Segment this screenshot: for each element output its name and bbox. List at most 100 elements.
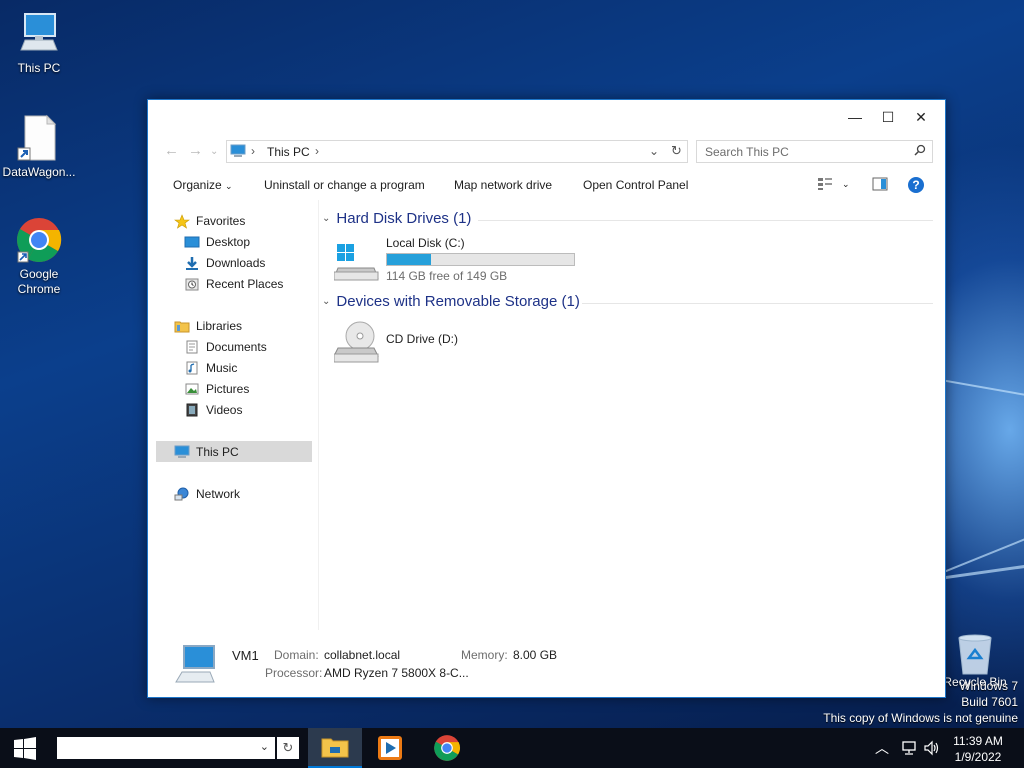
taskbar-search-input[interactable]: ⌄ bbox=[57, 737, 275, 759]
address-bar[interactable]: › This PC › ⌄ ↻ bbox=[226, 140, 688, 163]
desktop-icon-datawagon[interactable]: DataWagon... bbox=[0, 114, 78, 180]
file-shortcut-icon bbox=[15, 114, 63, 162]
watermark-line: This copy of Windows is not genuine bbox=[823, 711, 1018, 725]
desktop-icon-label: DataWagon... bbox=[2, 165, 76, 179]
nav-label: Pictures bbox=[206, 381, 250, 396]
taskbar-search-refresh-icon[interactable]: ↻ bbox=[277, 737, 299, 759]
processor-value: AMD Ryzen 7 5800X 8-C... bbox=[324, 666, 469, 680]
nav-desktop[interactable]: Desktop bbox=[184, 231, 250, 252]
nav-libraries[interactable]: Libraries bbox=[174, 315, 242, 336]
minimize-button[interactable]: — bbox=[838, 100, 872, 134]
search-input[interactable]: Search This PC bbox=[696, 140, 933, 163]
taskbar-file-explorer[interactable] bbox=[308, 728, 362, 768]
details-pane: VM1 Domain: collabnet.local Memory: 8.00… bbox=[148, 630, 945, 698]
nav-documents[interactable]: Documents bbox=[184, 336, 267, 357]
hard-drive-icon bbox=[333, 244, 380, 285]
drive-local-disk-c[interactable]: Local Disk (C:) 114 GB free of 149 GB bbox=[333, 234, 584, 285]
clock[interactable]: 11:39 AM 1/9/2022 bbox=[950, 733, 1006, 765]
desktop-icon-chrome[interactable]: Google Chrome bbox=[0, 216, 78, 297]
nav-network[interactable]: Network bbox=[174, 483, 240, 504]
show-hidden-icons-icon[interactable]: ︿ bbox=[875, 738, 889, 758]
search-icon[interactable] bbox=[914, 144, 926, 159]
music-icon bbox=[184, 361, 200, 375]
search-dropdown-icon[interactable]: ⌄ bbox=[260, 740, 269, 753]
nav-label: Desktop bbox=[206, 234, 251, 249]
address-row: ← → ⌄ › This PC › ⌄ ↻ Search This PC bbox=[148, 138, 945, 166]
view-options-icon[interactable] bbox=[817, 177, 833, 194]
drive-free-space: 114 GB free of 149 GB bbox=[386, 269, 508, 283]
download-arrow-icon bbox=[184, 256, 200, 270]
media-player-icon bbox=[378, 736, 402, 760]
nav-downloads[interactable]: Downloads bbox=[184, 252, 265, 273]
drive-usage-bar bbox=[386, 253, 575, 266]
group-header-hard-disk-drives[interactable]: ⌄ Hard Disk Drives (1) bbox=[322, 210, 471, 227]
nav-videos[interactable]: Videos bbox=[184, 399, 242, 420]
computer-icon bbox=[230, 144, 246, 161]
recent-places-icon bbox=[184, 277, 200, 291]
chrome-icon bbox=[15, 216, 63, 264]
drive-cd-drive-d[interactable]: CD Drive (D:) bbox=[333, 320, 534, 368]
uninstall-program-button[interactable]: Uninstall or change a program bbox=[264, 178, 425, 192]
collapse-chevron-icon: ⌄ bbox=[322, 213, 331, 224]
search-placeholder: Search This PC bbox=[705, 145, 789, 159]
nav-label: Documents bbox=[206, 339, 267, 354]
nav-label: Videos bbox=[206, 402, 243, 417]
nav-label: Network bbox=[196, 486, 241, 501]
refresh-icon[interactable]: ↻ bbox=[671, 143, 682, 159]
processor-label: Processor: bbox=[265, 666, 323, 680]
drive-usage-fill bbox=[387, 254, 431, 265]
map-network-drive-button[interactable]: Map network drive bbox=[454, 178, 552, 192]
nav-label: Recent Places bbox=[206, 276, 284, 291]
nav-label: Favorites bbox=[196, 213, 246, 228]
documents-icon bbox=[184, 340, 200, 354]
drive-name: CD Drive (D:) bbox=[386, 332, 458, 346]
nav-this-pc[interactable]: This PC bbox=[156, 441, 312, 462]
breadcrumb-chevron-icon[interactable]: › bbox=[315, 144, 319, 158]
desktop-folder-icon bbox=[184, 235, 200, 249]
taskbar-media-player[interactable] bbox=[363, 728, 417, 768]
command-bar: Organize ⌄ Uninstall or change a program… bbox=[148, 170, 945, 200]
maximize-button[interactable]: ☐ bbox=[871, 100, 905, 134]
close-button[interactable]: ✕ bbox=[904, 100, 938, 134]
chrome-icon bbox=[434, 735, 460, 761]
computer-name: VM1 bbox=[232, 648, 259, 663]
view-dropdown-icon[interactable]: ⌄ bbox=[842, 179, 850, 190]
computer-large-icon bbox=[174, 644, 218, 689]
recycle-bin-icon bbox=[955, 632, 995, 676]
nav-label: Downloads bbox=[206, 255, 266, 270]
breadcrumb-this-pc[interactable]: This PC bbox=[267, 145, 310, 159]
drive-name: Local Disk (C:) bbox=[386, 236, 465, 250]
forward-arrow-icon[interactable]: → bbox=[188, 142, 203, 159]
memory-label: Memory: bbox=[461, 648, 508, 662]
pictures-icon bbox=[184, 382, 200, 396]
group-title: Hard Disk Drives (1) bbox=[336, 210, 472, 227]
nav-recent-places[interactable]: Recent Places bbox=[184, 273, 283, 294]
title-bar[interactable]: — ☐ ✕ bbox=[148, 100, 945, 134]
nav-music[interactable]: Music bbox=[184, 357, 237, 378]
open-control-panel-button[interactable]: Open Control Panel bbox=[583, 178, 688, 192]
svg-text:?: ? bbox=[912, 178, 919, 192]
network-icon bbox=[174, 487, 190, 501]
collapse-chevron-icon: ⌄ bbox=[322, 296, 331, 307]
taskbar-chrome[interactable] bbox=[420, 728, 474, 768]
group-title: Devices with Removable Storage (1) bbox=[336, 293, 580, 310]
start-button[interactable] bbox=[8, 736, 40, 765]
help-icon[interactable]: ? bbox=[907, 176, 925, 197]
network-tray-icon[interactable] bbox=[900, 740, 918, 759]
group-header-removable-storage[interactable]: ⌄ Devices with Removable Storage (1) bbox=[322, 293, 580, 310]
address-dropdown-icon[interactable]: ⌄ bbox=[649, 144, 659, 158]
preview-pane-icon[interactable] bbox=[872, 177, 888, 194]
desktop-icon-label: This PC bbox=[17, 61, 61, 75]
computer-icon bbox=[174, 445, 190, 459]
organize-button[interactable]: Organize ⌄ bbox=[173, 178, 233, 192]
volume-icon[interactable] bbox=[923, 740, 941, 759]
organize-label: Organize bbox=[173, 178, 222, 192]
nav-favorites[interactable]: Favorites bbox=[174, 210, 245, 231]
taskbar: ⌄ ↻ ︿ 11:39 AM 1/9/2022 bbox=[0, 728, 1024, 768]
clock-time: 11:39 AM bbox=[953, 734, 1003, 748]
domain-label: Domain: bbox=[274, 648, 319, 662]
nav-pictures[interactable]: Pictures bbox=[184, 378, 249, 399]
recent-locations-icon[interactable]: ⌄ bbox=[210, 146, 218, 157]
back-arrow-icon[interactable]: ← bbox=[164, 142, 179, 159]
desktop-icon-this-pc[interactable]: This PC bbox=[0, 10, 78, 76]
